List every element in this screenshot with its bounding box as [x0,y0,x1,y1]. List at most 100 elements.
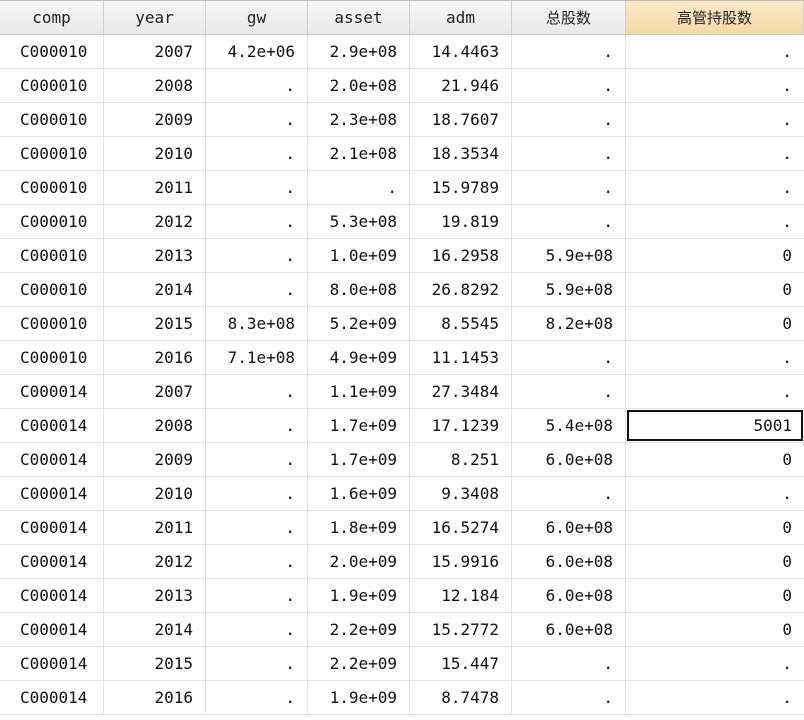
table-cell[interactable]: 6.0e+08 [512,579,626,612]
table-cell[interactable]: 2011 [104,511,206,544]
table-cell[interactable]: 27.3484 [410,375,512,408]
table-cell[interactable]: . [308,171,410,204]
active-cell[interactable]: 5001 [626,409,804,442]
table-cell[interactable]: 2.1e+08 [308,137,410,170]
table-cell[interactable]: C000010 [0,273,104,306]
table-cell[interactable]: 1.9e+09 [308,579,410,612]
table-cell[interactable]: C000010 [0,137,104,170]
table-cell[interactable]: . [206,409,308,442]
column-header-5[interactable]: 总股数 [512,1,626,34]
table-cell[interactable]: C000014 [0,647,104,680]
table-cell[interactable]: . [206,273,308,306]
table-cell[interactable]: 4.2e+06 [206,35,308,68]
table-cell[interactable]: . [512,205,626,238]
table-cell[interactable]: 2.3e+08 [308,103,410,136]
table-cell[interactable]: 2.9e+08 [308,35,410,68]
table-cell[interactable]: 15.2772 [410,613,512,646]
table-cell[interactable]: . [512,137,626,170]
table-cell[interactable]: 6.0e+08 [512,443,626,476]
table-cell[interactable]: . [512,681,626,714]
table-cell[interactable]: 0 [626,273,804,306]
table-cell[interactable]: 5.9e+08 [512,239,626,272]
table-cell[interactable]: . [206,375,308,408]
column-header-2[interactable]: gw [206,1,308,34]
table-cell[interactable]: 14.4463 [410,35,512,68]
table-cell[interactable]: C000014 [0,545,104,578]
table-cell[interactable]: 2007 [104,375,206,408]
table-cell[interactable]: 2012 [104,205,206,238]
table-cell[interactable]: 9.3408 [410,477,512,510]
table-cell[interactable]: 8.0e+08 [308,273,410,306]
table-cell[interactable]: 2007 [104,35,206,68]
table-cell[interactable]: 18.7607 [410,103,512,136]
table-cell[interactable]: 2013 [104,239,206,272]
table-cell[interactable]: 2.2e+09 [308,647,410,680]
table-cell[interactable]: . [206,647,308,680]
table-cell[interactable]: 2010 [104,137,206,170]
table-cell[interactable]: C000010 [0,69,104,102]
table-cell[interactable]: 1.6e+09 [308,477,410,510]
table-cell[interactable]: 2008 [104,409,206,442]
table-cell[interactable]: 0 [626,307,804,340]
table-cell[interactable]: . [512,103,626,136]
table-cell[interactable]: C000010 [0,35,104,68]
table-cell[interactable]: . [512,647,626,680]
table-cell[interactable]: . [626,69,804,102]
table-cell[interactable]: 2014 [104,613,206,646]
table-cell[interactable]: . [206,171,308,204]
table-cell[interactable]: 6.0e+08 [512,511,626,544]
table-cell[interactable]: 6.0e+08 [512,545,626,578]
table-cell[interactable]: 15.447 [410,647,512,680]
table-cell[interactable]: . [206,681,308,714]
table-cell[interactable]: 5.2e+09 [308,307,410,340]
table-cell[interactable]: 5.9e+08 [512,273,626,306]
table-cell[interactable]: 2016 [104,681,206,714]
table-cell[interactable]: C000010 [0,205,104,238]
table-cell[interactable]: . [626,375,804,408]
table-cell[interactable]: 12.184 [410,579,512,612]
table-cell[interactable]: 2009 [104,103,206,136]
table-cell[interactable]: 4.9e+09 [308,341,410,374]
table-cell[interactable]: 0 [626,613,804,646]
table-cell[interactable]: 2013 [104,579,206,612]
table-cell[interactable]: 1.7e+09 [308,443,410,476]
table-cell[interactable]: . [206,579,308,612]
table-cell[interactable]: . [206,545,308,578]
table-cell[interactable]: . [206,69,308,102]
table-cell[interactable]: . [626,681,804,714]
table-cell[interactable]: 8.7478 [410,681,512,714]
table-cell[interactable]: . [206,511,308,544]
table-cell[interactable]: . [626,171,804,204]
table-cell[interactable]: 8.251 [410,443,512,476]
table-cell[interactable]: 2016 [104,341,206,374]
table-cell[interactable]: 1.9e+09 [308,681,410,714]
table-cell[interactable]: . [626,477,804,510]
table-cell[interactable]: C000014 [0,681,104,714]
table-cell[interactable]: 1.1e+09 [308,375,410,408]
table-cell[interactable]: 0 [626,579,804,612]
table-cell[interactable]: 7.1e+08 [206,341,308,374]
table-cell[interactable]: 18.3534 [410,137,512,170]
table-cell[interactable]: C000010 [0,307,104,340]
table-cell[interactable]: 0 [626,511,804,544]
table-cell[interactable]: . [512,171,626,204]
column-header-0[interactable]: comp [0,1,104,34]
table-cell[interactable]: 0 [626,443,804,476]
column-header-1[interactable]: year [104,1,206,34]
table-cell[interactable]: C000014 [0,511,104,544]
table-cell[interactable]: 21.946 [410,69,512,102]
table-cell[interactable]: 26.8292 [410,273,512,306]
table-cell[interactable]: 15.9789 [410,171,512,204]
table-cell[interactable]: 16.2958 [410,239,512,272]
column-header-3[interactable]: asset [308,1,410,34]
table-cell[interactable]: C000014 [0,477,104,510]
table-cell[interactable]: . [206,205,308,238]
table-cell[interactable]: 8.2e+08 [512,307,626,340]
table-cell[interactable]: 0 [626,239,804,272]
column-header-4[interactable]: adm [410,1,512,34]
table-cell[interactable]: 19.819 [410,205,512,238]
table-cell[interactable]: . [206,137,308,170]
table-cell[interactable]: . [626,205,804,238]
table-cell[interactable]: . [512,341,626,374]
table-cell[interactable]: . [512,35,626,68]
